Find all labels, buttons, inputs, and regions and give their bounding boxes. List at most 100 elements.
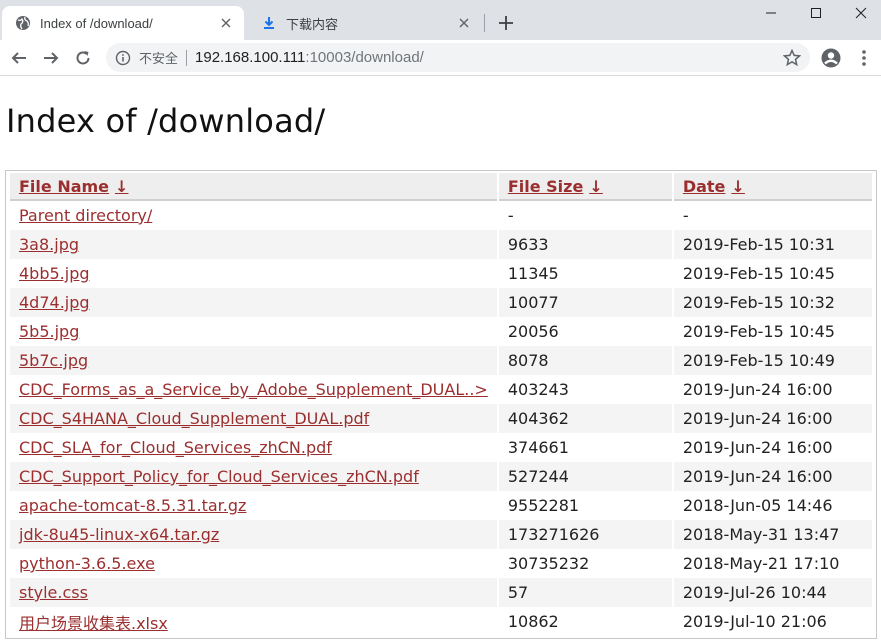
table-row: CDC_Support_Policy_for_Cloud_Services_zh… xyxy=(10,462,872,491)
table-row: 5b5.jpg 20056 2019-Feb-15 10:45 xyxy=(10,317,872,346)
column-header-file-size: File Size ↓ xyxy=(498,173,672,201)
arrow-left-icon xyxy=(11,52,26,64)
new-tab-button[interactable] xyxy=(494,11,518,35)
url-host: 192.168.100.111 xyxy=(195,49,306,66)
table-header-row: File Name ↓ File Size ↓ Date ↓ xyxy=(10,173,872,201)
sort-by-date-link[interactable]: Date ↓ xyxy=(683,177,745,196)
file-size-cell: 10077 xyxy=(498,288,672,317)
file-size-cell: 173271626 xyxy=(498,520,672,549)
account-avatar-icon[interactable] xyxy=(819,46,843,70)
file-date-cell: 2019-Jun-24 16:00 xyxy=(673,404,872,433)
file-link[interactable]: CDC_SLA_for_Cloud_Services_zhCN.pdf xyxy=(19,438,332,457)
file-name-cell: 5b7c.jpg xyxy=(10,346,497,375)
file-link[interactable]: CDC_Forms_as_a_Service_by_Adobe_Suppleme… xyxy=(19,380,488,399)
tab-title: 下载内容 xyxy=(286,16,339,32)
file-link[interactable]: 4d74.jpg xyxy=(19,293,90,312)
url-path: :10003/download/ xyxy=(305,49,424,66)
info-icon[interactable] xyxy=(115,50,131,66)
file-name-cell: 4bb5.jpg xyxy=(10,259,497,288)
globe-icon xyxy=(15,15,31,31)
file-date-cell: - xyxy=(682,206,689,225)
file-link[interactable]: 用户场景收集表.xlsx xyxy=(19,614,168,633)
file-date-cell: 2018-Jun-05 14:46 xyxy=(682,496,833,515)
column-header-date: Date ↓ xyxy=(673,173,872,201)
file-size-cell: 57 xyxy=(498,578,672,607)
file-size-cell: 374661 xyxy=(507,438,569,457)
file-date-cell: 2019-Feb-15 10:32 xyxy=(673,288,872,317)
browser-toolbar: 不安全 192.168.100.111 :10003/download/ xyxy=(0,40,881,76)
file-link[interactable]: CDC_S4HANA_Cloud_Supplement_DUAL.pdf xyxy=(19,409,369,428)
reload-button[interactable] xyxy=(69,44,97,72)
table-row: apache-tomcat-8.5.31.tar.gz 9552281 2018-J… xyxy=(10,491,872,520)
plus-icon xyxy=(499,16,513,30)
table-row: CDC_SLA_for_Cloud_Services_zhCN.pdf 37466… xyxy=(10,433,872,462)
close-tab-icon[interactable] xyxy=(216,13,236,33)
download-icon xyxy=(261,15,277,31)
table-row: 5b7c.jpg 8078 2019-Feb-15 10:49 xyxy=(10,346,872,375)
maximize-button[interactable] xyxy=(793,0,838,26)
file-listing: File Name ↓ File Size ↓ Date ↓ Parent direc… xyxy=(5,170,877,639)
file-name-cell: style.css xyxy=(10,578,497,607)
tab-strip: Index of /download/ 下载内容 xyxy=(0,0,881,40)
forward-button[interactable] xyxy=(37,44,65,72)
tab-index-of-download[interactable]: Index of /download/ xyxy=(2,6,244,40)
file-name-cell: jdk-8u45-linux-x64.tar.gz xyxy=(10,520,497,549)
file-link[interactable]: CDC_Support_Policy_for_Cloud_Services_zh… xyxy=(19,467,419,486)
table-row: 4d74.jpg 10077 2019-Feb-15 10:32 xyxy=(10,288,872,317)
table-row: 用户场景收集表.xlsx 10862 2019-Jul-10 21:06 xyxy=(10,607,872,636)
file-date-cell: 2018-May-31 13:47 xyxy=(673,520,872,549)
file-name-cell: Parent directory/ xyxy=(10,201,497,230)
file-size-cell: 403243 xyxy=(507,380,569,399)
table-row: CDC_S4HANA_Cloud_Supplement_DUAL.pdf 4043… xyxy=(10,404,872,433)
file-date-cell: 2019-Jun-24 16:00 xyxy=(682,380,833,399)
back-button[interactable] xyxy=(5,44,33,72)
tab-title: Index of /download/ xyxy=(40,15,153,31)
file-date-cell: 2019-Jul-26 10:44 xyxy=(673,578,872,607)
file-link[interactable]: style.css xyxy=(19,583,88,602)
file-link[interactable]: 5b7c.jpg xyxy=(19,351,88,370)
file-link[interactable]: apache-tomcat-8.5.31.tar.gz xyxy=(19,496,246,515)
column-header-file-name: File Name ↓ xyxy=(10,173,497,201)
file-link[interactable]: 5b5.jpg xyxy=(19,322,79,341)
tab-downloads[interactable]: 下载内容 xyxy=(248,6,482,40)
file-size-cell: 30735232 xyxy=(507,554,590,573)
table-row: 4bb5.jpg 11345 2019-Feb-15 10:45 xyxy=(10,259,872,288)
file-date-cell: 2019-Feb-15 10:45 xyxy=(682,264,835,283)
file-name-cell: 用户场景收集表.xlsx xyxy=(10,607,497,636)
file-name-cell: apache-tomcat-8.5.31.tar.gz xyxy=(10,491,497,520)
arrow-right-icon xyxy=(44,52,59,64)
file-name-cell: 3a8.jpg xyxy=(10,230,497,259)
file-link[interactable]: Parent directory/ xyxy=(19,206,152,225)
file-date-cell: 2019-Jul-10 21:06 xyxy=(682,612,827,631)
file-date-cell: 2019-Jun-24 16:00 xyxy=(682,438,833,457)
file-name-cell: python-3.6.5.exe xyxy=(10,549,497,578)
close-window-button[interactable] xyxy=(838,0,881,26)
file-size-cell: 9633 xyxy=(498,230,672,259)
table-row: 3a8.jpg 9633 2019-Feb-15 10:31 xyxy=(10,230,872,259)
table-row: CDC_Forms_as_a_Service_by_Adobe_Suppleme… xyxy=(10,375,872,404)
sort-by-size-link[interactable]: File Size ↓ xyxy=(508,177,603,196)
file-size-cell: 404362 xyxy=(498,404,672,433)
file-name-cell: 4d74.jpg xyxy=(10,288,497,317)
sort-by-name-link[interactable]: File Name ↓ xyxy=(19,177,128,196)
address-bar[interactable]: 不安全 192.168.100.111 :10003/download/ xyxy=(106,43,810,72)
file-date-cell: 2018-May-21 17:10 xyxy=(682,554,840,573)
menu-icon[interactable] xyxy=(852,46,876,70)
file-link[interactable]: jdk-8u45-linux-x64.tar.gz xyxy=(19,525,219,544)
table-row: python-3.6.5.exe 30735232 2018-May-21 17:1… xyxy=(10,549,872,578)
bookmark-star-icon[interactable] xyxy=(782,48,802,68)
file-link[interactable]: python-3.6.5.exe xyxy=(19,554,155,573)
close-icon xyxy=(855,7,866,19)
security-label[interactable]: 不安全 xyxy=(139,48,178,67)
minimize-button[interactable] xyxy=(748,0,793,26)
file-date-cell: 2019-Feb-15 10:45 xyxy=(682,322,835,341)
file-name-cell: CDC_SLA_for_Cloud_Services_zhCN.pdf xyxy=(10,433,497,462)
table-row: style.css 57 2019-Jul-26 10:44 xyxy=(10,578,872,607)
parent-directory-row: Parent directory/ - - xyxy=(10,201,872,230)
close-tab-icon[interactable] xyxy=(454,13,474,33)
file-size-cell: 10862 xyxy=(507,612,559,631)
file-link[interactable]: 3a8.jpg xyxy=(19,235,79,254)
table-row: jdk-8u45-linux-x64.tar.gz 173271626 2018-M… xyxy=(10,520,872,549)
minimize-icon xyxy=(765,12,776,14)
file-link[interactable]: 4bb5.jpg xyxy=(19,264,90,283)
